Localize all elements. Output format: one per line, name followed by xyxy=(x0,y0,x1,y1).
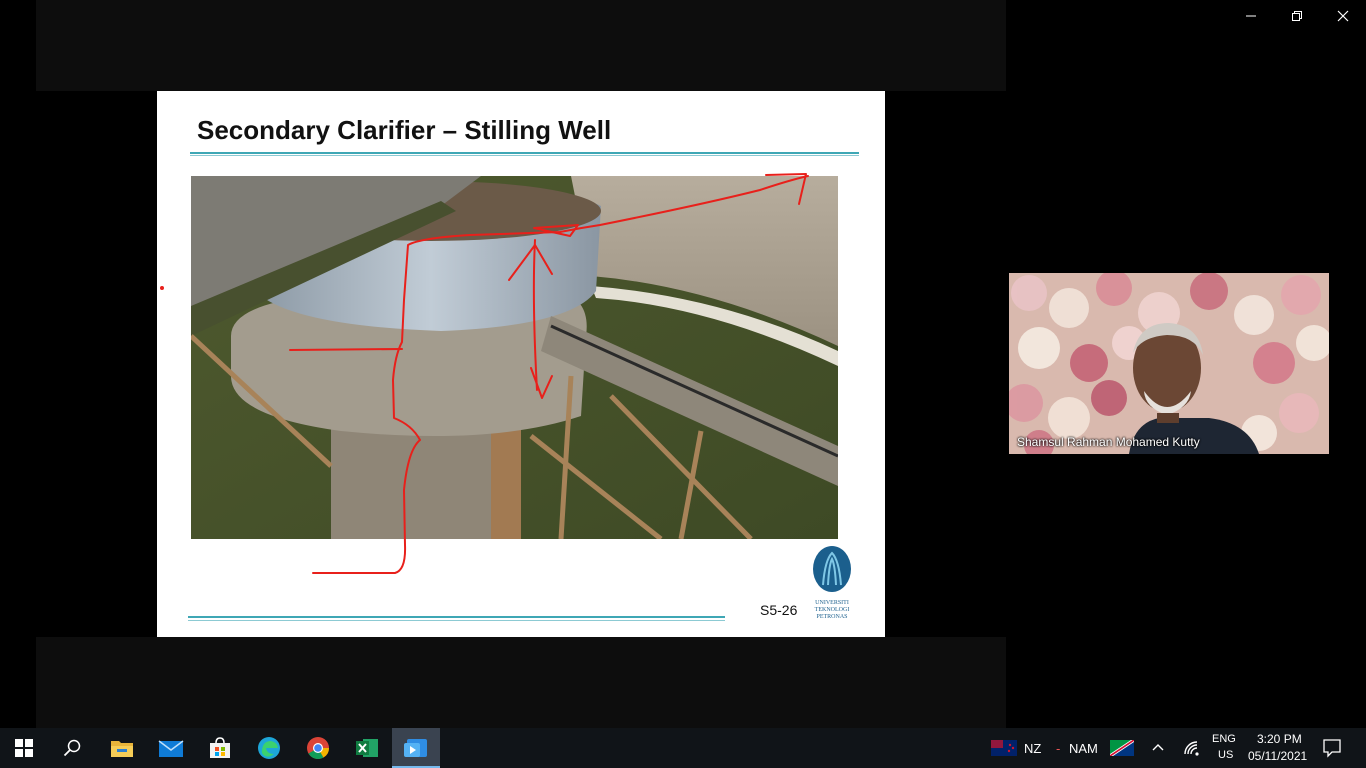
close-button[interactable] xyxy=(1320,0,1366,32)
logo-line-1: UNIVERSITI xyxy=(815,600,849,606)
minimize-icon xyxy=(1246,15,1256,17)
region-separator: - xyxy=(1056,741,1061,756)
input-locale[interactable]: US xyxy=(1218,749,1233,761)
edge-icon xyxy=(258,737,280,759)
title-underline-thin xyxy=(190,155,859,156)
wifi-icon xyxy=(1184,741,1199,756)
store-icon xyxy=(210,737,230,758)
minimize-button[interactable] xyxy=(1228,0,1274,32)
region-right[interactable]: NAM xyxy=(1069,741,1098,756)
participant-video-feed xyxy=(1009,273,1329,454)
restore-button[interactable] xyxy=(1274,0,1320,32)
video-app-button[interactable] xyxy=(392,728,440,768)
edge-button[interactable] xyxy=(245,728,293,768)
region-left[interactable]: NZ xyxy=(1024,741,1041,756)
slide-title: Secondary Clarifier – Stilling Well xyxy=(197,115,612,145)
shared-slide[interactable]: Secondary Clarifier – Stilling Well S5-2… xyxy=(157,91,885,637)
footer-line xyxy=(188,616,725,618)
start-button[interactable] xyxy=(0,728,48,768)
search-button[interactable] xyxy=(48,728,96,768)
chrome-button[interactable] xyxy=(294,728,342,768)
notification-icon xyxy=(1323,739,1341,758)
store-button[interactable] xyxy=(196,728,244,768)
stage-top-bar xyxy=(36,0,1006,91)
file-explorer-icon xyxy=(111,741,133,757)
stage-bottom-bar xyxy=(36,637,1006,728)
logo-line-3: PETRONAS xyxy=(816,614,848,620)
video-app-icon xyxy=(404,739,427,757)
action-center-button[interactable] xyxy=(1322,738,1342,763)
start-icon xyxy=(15,739,33,757)
input-language[interactable]: ENG xyxy=(1212,733,1236,745)
chevron-up-icon xyxy=(1152,744,1164,751)
file-explorer-button[interactable] xyxy=(98,728,146,768)
chrome-icon xyxy=(307,737,329,759)
title-underline xyxy=(190,152,859,154)
mail-button[interactable] xyxy=(147,728,195,768)
clock-time[interactable]: 3:20 PM xyxy=(1257,732,1302,746)
slide-number: S5-26 xyxy=(760,602,798,618)
excel-icon xyxy=(356,739,378,757)
show-hidden-icons-button[interactable] xyxy=(1150,740,1166,761)
clock-date[interactable]: 05/11/2021 xyxy=(1248,749,1307,763)
mail-icon xyxy=(158,740,184,757)
footer-line-thin xyxy=(188,620,725,621)
restore-icon xyxy=(1292,11,1302,21)
search-icon xyxy=(63,739,81,757)
utp-emblem-icon xyxy=(813,546,851,592)
utp-logo: UNIVERSITI TEKNOLOGI PETRONAS xyxy=(811,545,853,621)
nz-flag-icon xyxy=(991,740,1017,761)
excel-button[interactable] xyxy=(343,728,391,768)
participant-video-tile[interactable]: Shamsul Rahman Mohamed Kutty xyxy=(1009,273,1329,454)
taskbar: NZ - NAM ENG US 3:20 PM 05/11/2021 xyxy=(0,728,1366,768)
participant-name-label: Shamsul Rahman Mohamed Kutty xyxy=(1017,435,1200,449)
close-icon xyxy=(1337,10,1349,22)
network-button[interactable] xyxy=(1183,740,1201,761)
logo-line-2: TEKNOLOGI xyxy=(814,607,850,613)
namibia-flag-icon xyxy=(1110,740,1134,761)
clarifier-photo xyxy=(191,176,838,539)
utp-logo-text: UNIVERSITI TEKNOLOGI PETRONAS xyxy=(811,600,853,621)
